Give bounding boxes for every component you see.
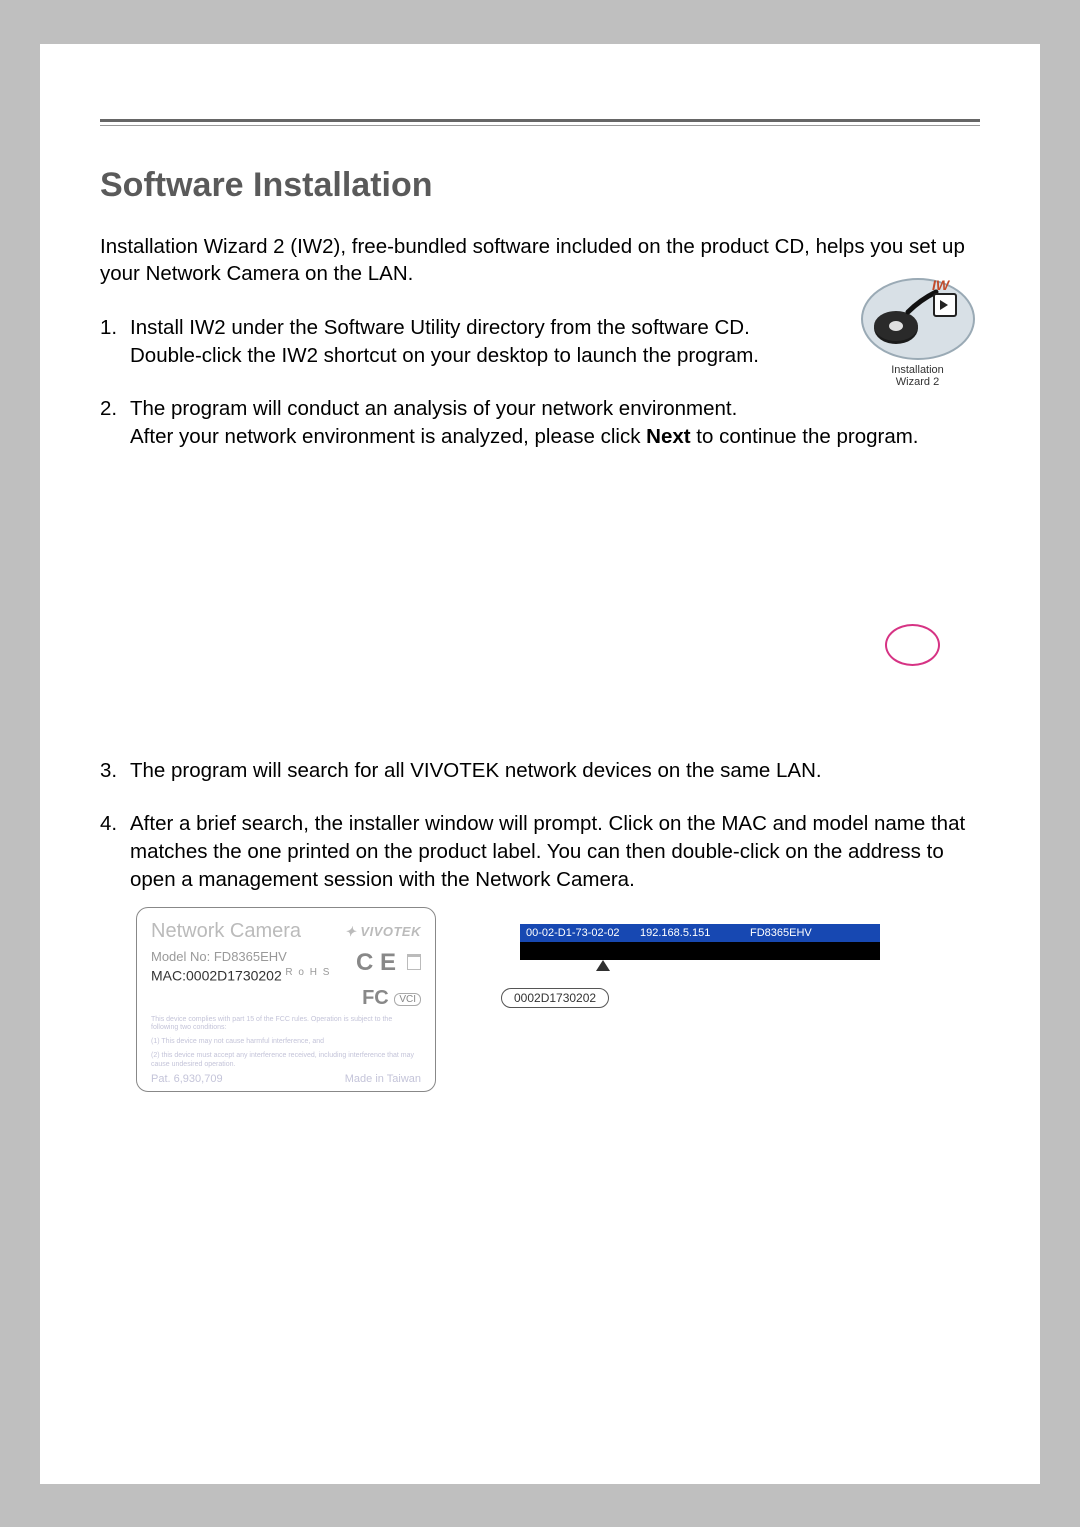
device-list-panel: 00-02-D1-73-02-02 192.168.5.151 FD8365EH… bbox=[520, 924, 880, 1000]
device-ip: 192.168.5.151 bbox=[640, 927, 750, 939]
model-number: Model No: FD8365EHV bbox=[151, 949, 331, 966]
device-row-empty bbox=[520, 942, 880, 960]
svg-text:IW: IW bbox=[932, 277, 951, 293]
step-number: 2. bbox=[100, 395, 130, 450]
weee-icon bbox=[407, 954, 421, 970]
header-row: VIVOTEK bbox=[100, 92, 980, 113]
iw2-shortcut-icon: IW Installation Wizard 2 bbox=[855, 274, 980, 388]
page-footer: 18 - User's Manual bbox=[100, 1432, 234, 1450]
step-body: Install IW2 under the Software Utility d… bbox=[130, 314, 830, 369]
iw2-shortcut-label1: Installation bbox=[855, 364, 980, 376]
step-number: 3. bbox=[100, 757, 130, 785]
step-body: After a brief search, the installer wind… bbox=[130, 810, 980, 893]
intro-paragraph: Installation Wizard 2 (IW2), free-bundle… bbox=[100, 233, 980, 288]
header-rule-thin bbox=[100, 125, 980, 126]
step-3: 3. The program will search for all VIVOT… bbox=[100, 757, 980, 785]
step-1-line1: Install IW2 under the Software Utility d… bbox=[130, 316, 750, 339]
step-1: 1. Install IW2 under the Software Utilit… bbox=[100, 314, 980, 369]
brand-text: VIVOTEK bbox=[100, 92, 183, 113]
step-number: 4. bbox=[100, 810, 130, 893]
step-2-line1: The program will conduct an analysis of … bbox=[130, 397, 737, 420]
next-keyword: Next bbox=[646, 425, 690, 448]
pointer-arrow-icon bbox=[596, 960, 610, 971]
step-2: 2. The program will conduct an analysis … bbox=[100, 395, 980, 450]
fcc-mark: FC bbox=[362, 987, 389, 1009]
ce-mark: C E bbox=[356, 949, 396, 976]
made-in: Made in Taiwan bbox=[345, 1073, 421, 1085]
iw2-icon: IW bbox=[858, 274, 978, 364]
vivotek-logo-text: VIVOTEK bbox=[360, 924, 421, 939]
fcc-fine-print-2: (1) This device may not cause harmful in… bbox=[151, 1038, 421, 1046]
step-2-line2b: to continue the program. bbox=[691, 425, 919, 448]
step-body: The program will conduct an analysis of … bbox=[130, 395, 980, 450]
step-2-line2a: After your network environment is analyz… bbox=[130, 425, 646, 448]
rohs-mark: R o H S bbox=[285, 967, 331, 978]
patent-number: Pat. 6,930,709 bbox=[151, 1073, 223, 1085]
fcc-fine-print-1: This device complies with part 15 of the… bbox=[151, 1016, 421, 1032]
mac-address: MAC:0002D1730202 bbox=[151, 967, 282, 983]
highlight-circle bbox=[885, 624, 940, 666]
step-4: 4. After a brief search, the installer w… bbox=[100, 810, 980, 893]
step-1-line2: Double-click the IW2 shortcut on your de… bbox=[130, 344, 759, 367]
device-model: FD8365EHV bbox=[750, 927, 880, 939]
step-body: The program will search for all VIVOTEK … bbox=[130, 757, 980, 785]
device-mac: 00-02-D1-73-02-02 bbox=[520, 927, 640, 939]
mac-callout-value: 0002D1730202 bbox=[501, 988, 609, 1008]
device-row-selected[interactable]: 00-02-D1-73-02-02 192.168.5.151 FD8365EH… bbox=[520, 924, 880, 942]
page-title: Software Installation bbox=[100, 166, 980, 205]
product-label-title: Network Camera bbox=[151, 920, 301, 943]
vivotek-logo-small: ✦ VIVOTEK bbox=[345, 924, 421, 940]
iw2-shortcut-label2: Wizard 2 bbox=[855, 376, 980, 388]
vci-mark: VCI bbox=[394, 993, 421, 1006]
header-rule-thick bbox=[100, 119, 980, 122]
mac-callout: 0002D1730202 bbox=[520, 960, 880, 1000]
product-label: Network Camera ✦ VIVOTEK Model No: FD836… bbox=[136, 907, 436, 1091]
fcc-fine-print-3: (2) this device must accept any interfer… bbox=[151, 1052, 421, 1068]
manual-page: VIVOTEK Software Installation Installati… bbox=[40, 44, 1040, 1484]
step-number: 1. bbox=[100, 314, 130, 369]
